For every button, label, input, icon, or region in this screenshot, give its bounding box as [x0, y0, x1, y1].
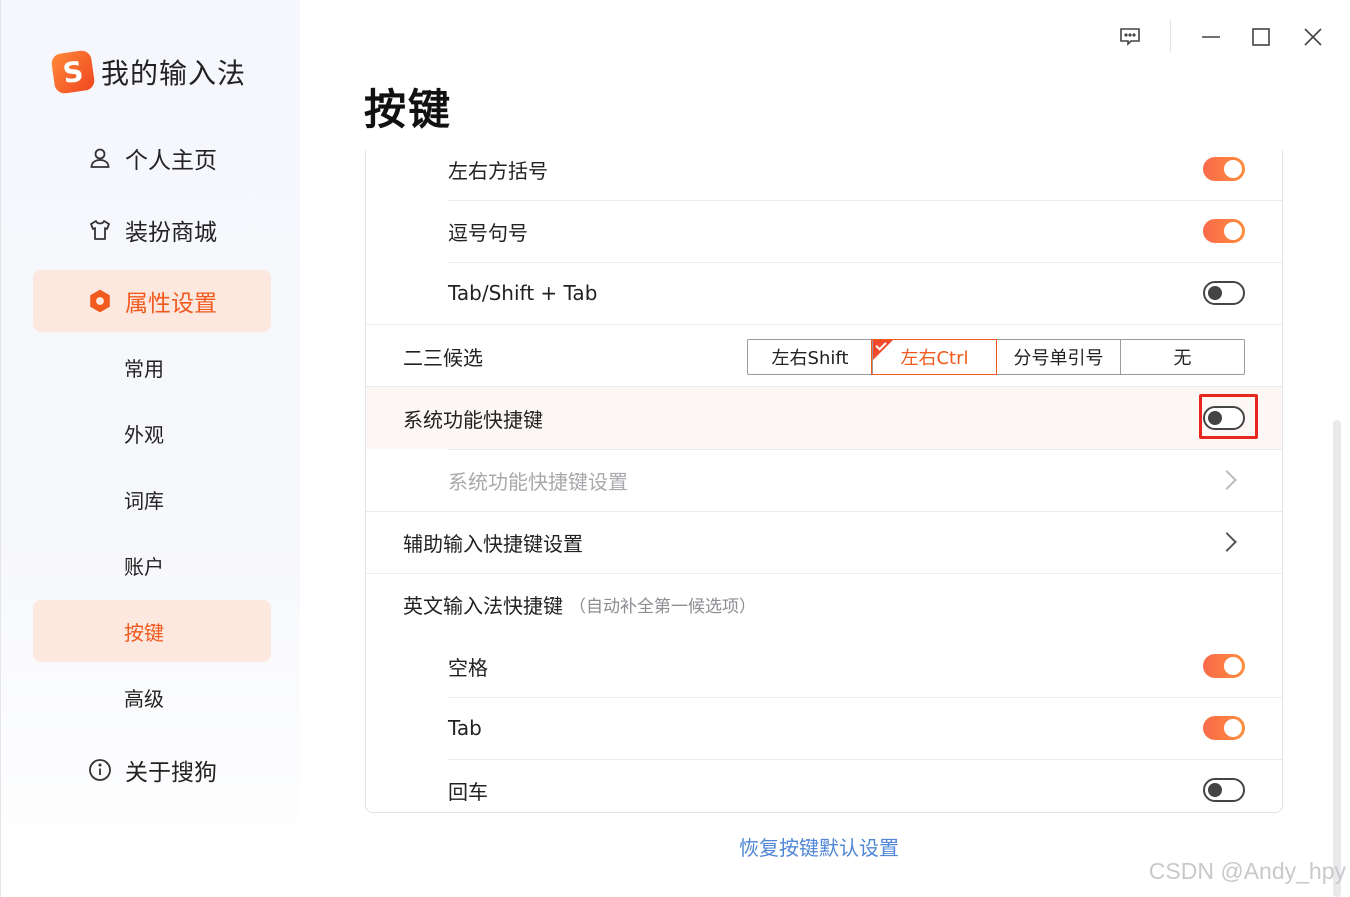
setting-row-aux-input-shortcuts[interactable]: 辅助输入快捷键设置 — [366, 511, 1282, 573]
sogou-logo-icon: S — [50, 49, 96, 95]
feedback-icon — [1120, 28, 1140, 46]
sidebar-item-about[interactable]: 关于搜狗 — [33, 739, 271, 801]
space-toggle[interactable] — [1203, 654, 1245, 678]
chevron-right-icon — [1217, 470, 1237, 490]
sidebar-subitem-account[interactable]: 账户 — [33, 534, 271, 596]
sidebar-item-label: 属性设置 — [125, 291, 217, 317]
sidebar-subitem-common[interactable]: 常用 — [33, 336, 271, 398]
page-title: 按键 — [364, 85, 453, 134]
setting-label: 系统功能快捷键 — [403, 407, 543, 432]
sidebar-item-properties[interactable]: 属性设置 — [33, 270, 271, 332]
setting-label: 回车 — [448, 779, 488, 804]
close-button[interactable] — [1300, 24, 1326, 50]
option-none[interactable]: 无 — [1120, 340, 1244, 374]
setting-label: 逗号句号 — [448, 220, 528, 245]
highlight-box — [1199, 394, 1258, 439]
minimize-button[interactable] — [1198, 24, 1224, 50]
setting-row-brackets: 左右方括号 — [366, 150, 1282, 200]
brackets-toggle[interactable] — [1203, 157, 1245, 181]
watermark: CSDN @Andy_hpy — [1148, 858, 1346, 884]
maximize-icon — [1252, 28, 1270, 46]
close-icon — [1304, 28, 1322, 46]
user-icon — [87, 145, 113, 171]
titlebar-divider — [1170, 20, 1171, 52]
sidebar-subitem-dictionary[interactable]: 词库 — [33, 468, 271, 530]
option-left-right-shift[interactable]: 左右Shift — [748, 340, 872, 374]
setting-row-system-shortcuts: 系统功能快捷键 — [366, 387, 1282, 449]
app-logo: S 我的输入法 — [50, 49, 247, 95]
sidebar: S 我的输入法 个人主页 装扮商城 属性设置 常用 外观 词库 账户 按键 高级… — [0, 0, 300, 897]
reset-defaults-link[interactable]: 恢复按键默认设置 — [739, 832, 899, 861]
comma-period-toggle[interactable] — [1203, 219, 1245, 243]
option-semicolon-quote[interactable]: 分号单引号 — [996, 340, 1120, 374]
setting-row-enter: 回车 — [366, 759, 1282, 812]
setting-note: （自动补全第一候选项） — [569, 596, 756, 617]
setting-label: 空格 — [448, 655, 488, 680]
setting-label: 系统功能快捷键设置 — [448, 469, 628, 494]
setting-label: 辅助输入快捷键设置 — [403, 531, 583, 556]
maximize-button[interactable] — [1248, 24, 1274, 50]
setting-row-space: 空格 — [366, 635, 1282, 697]
option-left-right-ctrl[interactable]: 左右Ctrl — [871, 339, 997, 375]
sidebar-item-label: 关于搜狗 — [125, 760, 217, 786]
setting-label: Tab/Shift + Tab — [448, 281, 598, 305]
candidate-key-selector: 左右Shift 左右Ctrl 分号单引号 无 — [747, 339, 1245, 375]
sidebar-subitem-appearance[interactable]: 外观 — [33, 402, 271, 464]
enter-toggle[interactable] — [1203, 778, 1245, 802]
feedback-button[interactable] — [1117, 24, 1143, 50]
setting-row-tab-shift-tab: Tab/Shift + Tab — [366, 262, 1282, 324]
app-title: 我的输入法 — [101, 57, 247, 90]
sidebar-item-label: 个人主页 — [125, 148, 217, 174]
setting-row-system-shortcuts-settings[interactable]: 系统功能快捷键设置 — [366, 449, 1282, 511]
hexagon-settings-icon — [87, 288, 113, 314]
sidebar-item-skin-store[interactable]: 装扮商城 — [33, 199, 271, 261]
sidebar-item-label: 装扮商城 — [125, 220, 217, 246]
setting-label: 二三候选 — [403, 345, 483, 370]
scrollbar[interactable] — [1333, 420, 1341, 897]
tab-toggle[interactable] — [1203, 716, 1245, 740]
setting-row-comma-period: 逗号句号 — [366, 200, 1282, 262]
sidebar-subitem-keys[interactable]: 按键 — [33, 600, 271, 662]
info-icon — [87, 757, 113, 783]
chevron-right-icon — [1217, 532, 1237, 552]
setting-row-second-third-candidate: 二三候选 左右Shift 左右Ctrl 分号单引号 无 — [366, 325, 1282, 387]
setting-row-tab: Tab — [366, 697, 1282, 759]
setting-label: 英文输入法快捷键 — [403, 593, 563, 618]
setting-label: Tab — [448, 716, 482, 740]
tab-shift-tab-toggle[interactable] — [1203, 281, 1245, 305]
sidebar-subitem-advanced[interactable]: 高级 — [33, 666, 271, 728]
setting-label: 左右方括号 — [448, 158, 548, 183]
key-settings-panel: 左右方括号 逗号句号 Tab/Shift + Tab 二三候选 左右Shift … — [365, 150, 1283, 813]
minimize-icon — [1202, 36, 1220, 38]
setting-row-english-shortcuts-header: 英文输入法快捷键 （自动补全第一候选项） — [366, 573, 1282, 635]
shirt-icon — [87, 217, 113, 243]
sidebar-item-profile[interactable]: 个人主页 — [33, 127, 271, 189]
